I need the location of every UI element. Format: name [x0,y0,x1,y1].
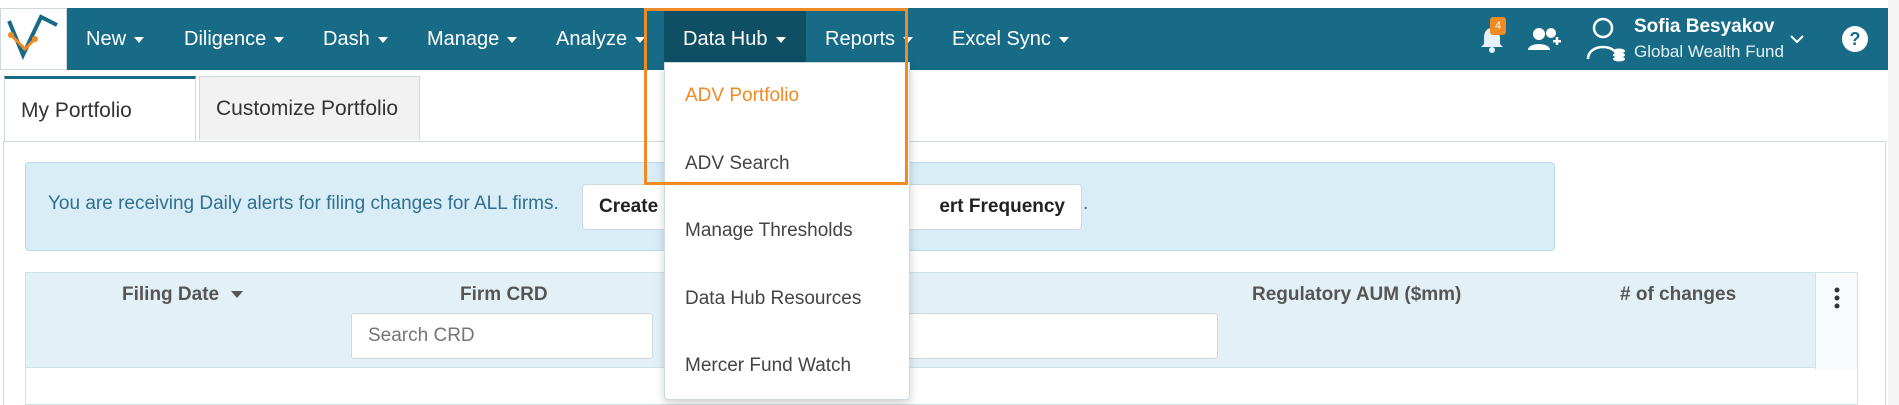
nav-reports[interactable]: Reports [825,8,914,70]
column-firm-crd[interactable]: Firm CRD [460,284,548,306]
top-navbar: New Diligence Dash Manage Analyze Data H… [0,8,1888,70]
create-button-label: Create [599,196,659,217]
filings-grid-header: Filing Date Firm CRD Regulatory AUM ($mm… [25,272,1858,369]
menu-item-mercer-fund-watch[interactable]: Mercer Fund Watch [685,355,851,377]
nav-diligence[interactable]: Diligence [184,8,285,70]
help-button[interactable]: ? [1838,8,1872,70]
column-filing-date-label: Filing Date [122,284,220,305]
alert-text: You are receiving Daily alerts for filin… [48,193,559,214]
data-hub-dropdown: ADV Portfolio ADV Search Manage Threshol… [664,62,910,400]
tab-customize-portfolio-label: Customize Portfolio [216,96,399,120]
user-avatar[interactable] [1584,8,1628,70]
nav-diligence-label: Diligence [184,28,267,50]
team-button[interactable] [1522,8,1566,70]
column-firm-crd-label: Firm CRD [460,284,548,305]
user-plus-icon [1528,28,1561,50]
window-scroll-edge [1888,0,1899,405]
user-menu-toggle[interactable] [1784,8,1810,70]
caret-down-icon [507,36,518,43]
user-money-icon [1586,17,1625,62]
nav-dash-label: Dash [323,28,370,50]
column-regulatory-aum[interactable]: Regulatory AUM ($mm) [1252,284,1461,306]
portfolio-tabs: My Portfolio Customize Portfolio [0,70,1899,142]
sort-down-icon [231,291,244,299]
user-name[interactable]: Sofia Besyakov [1634,16,1774,38]
column-filing-date[interactable]: Filing Date [122,284,244,306]
caret-down-icon [775,36,786,43]
notification-badge: 4 [1490,17,1506,35]
menu-item-adv-search[interactable]: ADV Search [685,153,790,175]
filings-grid-body [25,368,1858,405]
menu-item-data-hub-resources[interactable]: Data Hub Resources [685,288,861,310]
kebab-menu-icon [1834,287,1839,309]
column-changes-label: # of changes [1620,284,1737,305]
user-fund[interactable]: Global Wealth Fund [1634,42,1784,62]
nav-analyze[interactable]: Analyze [556,8,646,70]
column-changes[interactable]: # of changes [1620,284,1736,306]
nav-reports-label: Reports [825,28,896,50]
caret-down-icon [635,36,646,43]
notifications-button[interactable]: 4 [1470,8,1514,70]
column-regulatory-aum-label: Regulatory AUM ($mm) [1252,284,1462,305]
caret-down-icon [134,36,145,43]
nav-dash[interactable]: Dash [323,8,388,70]
nav-data-hub[interactable]: Data Hub [664,8,806,70]
search-name-input[interactable] [906,313,1218,359]
frequency-button-label: ert Frequency [939,196,1065,217]
caret-down-icon [274,36,285,43]
help-icon: ? [1842,26,1868,52]
nav-manage[interactable]: Manage [427,8,518,70]
menu-item-adv-portfolio[interactable]: ADV Portfolio [685,85,799,107]
nav-analyze-label: Analyze [556,28,628,50]
logo-icon [7,14,58,60]
app-logo[interactable] [0,8,67,70]
grid-options-button[interactable] [1815,273,1857,369]
caret-down-icon [1058,36,1069,43]
tab-customize-portfolio[interactable]: Customize Portfolio [199,76,420,140]
tab-my-portfolio-label: My Portfolio [21,98,132,122]
search-crd-input[interactable] [351,313,653,359]
nav-excel-sync[interactable]: Excel Sync [952,8,1069,70]
menu-item-manage-thresholds[interactable]: Manage Thresholds [685,220,853,242]
nav-data-hub-label: Data Hub [683,28,768,50]
tab-my-portfolio[interactable]: My Portfolio [4,76,196,142]
nav-new-label: New [86,28,127,50]
caret-down-icon [377,36,388,43]
nav-new[interactable]: New [86,8,145,70]
nav-excel-sync-label: Excel Sync [952,28,1051,50]
caret-down-icon [903,36,914,43]
alert-trailing: . [1083,193,1089,214]
nav-manage-label: Manage [427,28,500,50]
chevron-down-icon [1790,35,1804,44]
